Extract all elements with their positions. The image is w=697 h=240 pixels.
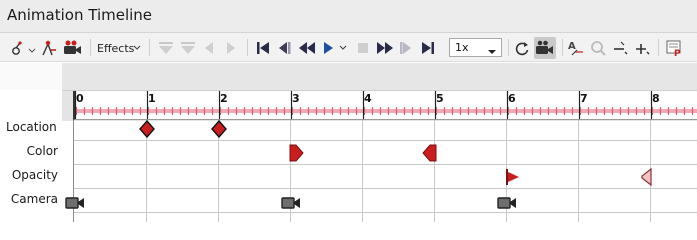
track-grid[interactable] bbox=[73, 120, 697, 222]
ruler-tick-label: 2 bbox=[220, 92, 228, 105]
toolbar-separator bbox=[562, 39, 563, 56]
zoom-out-icon[interactable] bbox=[611, 37, 629, 59]
chevron-down-icon[interactable] bbox=[338, 37, 348, 59]
toolbar-separator bbox=[658, 39, 659, 56]
toolbar-separator bbox=[149, 39, 150, 56]
ruler-tick-label: 7 bbox=[580, 92, 588, 105]
svg-text:A: A bbox=[568, 41, 576, 52]
rewind-icon[interactable] bbox=[297, 37, 317, 59]
chevron-down-icon[interactable] bbox=[132, 37, 142, 59]
camera-follow-icon[interactable] bbox=[534, 37, 556, 59]
camera-keyframe-icon[interactable] bbox=[497, 195, 517, 209]
ruler-tick-label: 3 bbox=[292, 92, 300, 105]
track-label-color[interactable]: Color bbox=[0, 144, 62, 158]
keyframe-right-flag-icon[interactable] bbox=[505, 167, 521, 187]
keyframe-left-flag-icon[interactable] bbox=[639, 167, 653, 187]
first-frame-icon[interactable] bbox=[255, 37, 271, 59]
keyframe-diamond-icon[interactable] bbox=[211, 119, 227, 139]
track-label-camera[interactable]: Camera bbox=[0, 192, 62, 206]
camera-record-icon[interactable] bbox=[62, 37, 84, 59]
filter-down-icon[interactable] bbox=[157, 37, 175, 59]
toolbar-separator bbox=[90, 39, 91, 56]
title-bar: Animation Timeline bbox=[0, 0, 697, 33]
loop-icon[interactable] bbox=[513, 37, 531, 59]
ruler-ticks bbox=[75, 91, 697, 119]
ruler-tick-label: 1 bbox=[148, 92, 156, 105]
zoom-text-icon[interactable]: A bbox=[567, 37, 585, 59]
next-frame-icon[interactable] bbox=[398, 37, 414, 59]
ruler-tick-label: 6 bbox=[508, 92, 516, 105]
timeline-header-area bbox=[62, 63, 697, 90]
fast-forward-icon[interactable] bbox=[375, 37, 395, 59]
track-label-opacity[interactable]: Opacity bbox=[0, 168, 62, 182]
toolbar-separator bbox=[508, 39, 509, 56]
playback-speed-select[interactable]: 1x bbox=[449, 38, 502, 57]
keyframe-diamond-icon[interactable] bbox=[139, 119, 155, 139]
ruler-tick-label: 4 bbox=[364, 92, 372, 105]
svg-text:P: P bbox=[674, 49, 681, 58]
track-header-band bbox=[0, 63, 697, 90]
effects-dropdown[interactable]: Effects bbox=[97, 42, 134, 55]
filter-up-icon[interactable] bbox=[179, 37, 197, 59]
camera-keyframe-icon[interactable] bbox=[65, 195, 85, 209]
play-icon[interactable] bbox=[320, 37, 336, 59]
ruler-tick-label: 0 bbox=[76, 92, 84, 105]
add-keyframe-icon[interactable] bbox=[9, 37, 37, 59]
previous-icon[interactable] bbox=[202, 37, 216, 59]
keyframe-left-arrow-icon[interactable] bbox=[421, 143, 437, 163]
toolbar-separator bbox=[247, 39, 248, 56]
settings-icon[interactable]: P bbox=[664, 37, 686, 59]
window-title: Animation Timeline bbox=[7, 6, 153, 24]
previous-frame-icon[interactable] bbox=[276, 37, 292, 59]
zoom-in-icon[interactable] bbox=[633, 37, 651, 59]
chevron-down-icon bbox=[487, 42, 497, 61]
camera-keyframe-icon[interactable] bbox=[281, 195, 301, 209]
stop-icon[interactable] bbox=[355, 37, 371, 59]
last-frame-icon[interactable] bbox=[420, 37, 436, 59]
toolbar: Effects 1x A P bbox=[0, 33, 697, 62]
zoom-fit-icon[interactable] bbox=[589, 37, 607, 59]
keyframe-right-arrow-icon[interactable] bbox=[289, 143, 305, 163]
ruler-tick-label: 5 bbox=[436, 92, 444, 105]
playback-speed-value: 1x bbox=[455, 41, 469, 54]
time-ruler[interactable] bbox=[73, 91, 697, 120]
delete-keyframe-icon[interactable] bbox=[40, 37, 58, 59]
ruler-tick-label: 8 bbox=[652, 92, 660, 105]
grid-lines bbox=[74, 120, 697, 222]
next-icon[interactable] bbox=[224, 37, 238, 59]
track-label-location[interactable]: Location bbox=[0, 120, 62, 134]
